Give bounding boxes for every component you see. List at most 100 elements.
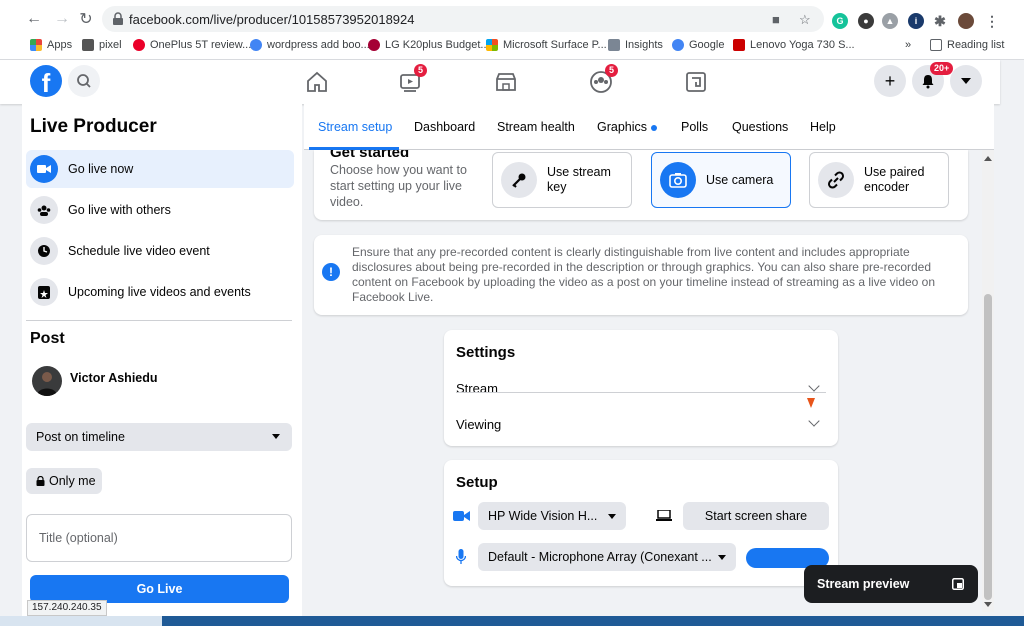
oneplus-icon: [133, 39, 145, 51]
tab-stream-setup[interactable]: Stream setup: [318, 120, 392, 134]
plus-icon: +: [884, 70, 896, 91]
scroll-up-icon[interactable]: [984, 156, 992, 161]
bookmark-lenovo[interactable]: Lenovo Yoga 730 S...: [733, 39, 855, 51]
tab-stream-health[interactable]: Stream health: [497, 120, 575, 134]
start-screen-share-button[interactable]: Start screen share: [683, 502, 829, 530]
address-row: ← → ↻ facebook.com/live/producer/1015857…: [0, 4, 1024, 34]
home-icon[interactable]: [305, 70, 329, 94]
reading-list[interactable]: Reading list: [930, 39, 1004, 51]
picture-in-picture-icon: [952, 578, 964, 590]
extension-icon[interactable]: ●: [858, 13, 874, 29]
grammarly-icon[interactable]: G: [832, 13, 848, 29]
create-button[interactable]: +: [874, 65, 906, 97]
notifications-badge: 20+: [930, 62, 954, 75]
live-producer-sidebar: Live Producer Go live now Go live with o…: [22, 104, 302, 624]
marketplace-icon[interactable]: [494, 70, 518, 94]
menu-dots-icon[interactable]: ⋮: [984, 13, 1000, 29]
post-target-select[interactable]: Post on timeline: [26, 423, 292, 451]
scrollbar-thumb[interactable]: [984, 294, 992, 600]
microphone-icon: [456, 549, 466, 564]
prerecorded-notice-card: ! Ensure that any pre-recorded content i…: [314, 235, 968, 315]
avatar: [32, 366, 62, 396]
stream-preview-button[interactable]: Stream preview: [804, 565, 978, 603]
status-bar-url: 157.240.240.35: [27, 600, 107, 616]
bookmark-pixel[interactable]: pixel: [82, 39, 122, 51]
tab-polls[interactable]: Polls: [681, 120, 708, 134]
use-paired-encoder-option[interactable]: Use paired encoder: [809, 152, 949, 208]
google-icon: [250, 39, 262, 51]
camera-indicator-icon[interactable]: ■: [772, 12, 780, 27]
url-text: facebook.com/live/producer/1015857395201…: [129, 12, 415, 27]
bookmarks-more[interactable]: »: [905, 39, 911, 51]
shield-icon[interactable]: ▲: [882, 13, 898, 29]
ip-icon[interactable]: i: [908, 13, 924, 29]
settings-viewing-row[interactable]: Viewing: [456, 417, 501, 432]
tab-help[interactable]: Help: [810, 120, 836, 134]
key-icon: [501, 162, 537, 198]
bookmark-lg[interactable]: LG K20plus Budget...: [368, 39, 490, 51]
tab-dashboard[interactable]: Dashboard: [414, 120, 475, 134]
account-menu-button[interactable]: [950, 65, 982, 97]
puzzle-icon[interactable]: ✱: [932, 13, 948, 29]
use-camera-option[interactable]: Use camera: [651, 152, 791, 208]
setup-card: Setup HP Wide Vision H... Start screen s…: [444, 460, 838, 586]
camera-icon: [660, 162, 696, 198]
post-heading: Post: [30, 330, 65, 347]
forward-icon[interactable]: →: [52, 9, 72, 29]
video-camera-icon: [30, 155, 58, 183]
bookmarks-bar: Apps pixel OnePlus 5T review... wordpres…: [0, 36, 1024, 58]
caret-down-icon: [608, 514, 616, 519]
apps-grid-icon: [30, 39, 42, 51]
link-icon: [818, 162, 854, 198]
reload-icon[interactable]: ↻: [76, 9, 96, 29]
setup-title: Setup: [456, 474, 498, 491]
lock-icon: [36, 476, 45, 486]
bookmark-oneplus[interactable]: OnePlus 5T review...: [133, 39, 251, 51]
use-stream-key-option[interactable]: Use stream key: [492, 152, 632, 208]
settings-card: Settings Stream Viewing: [444, 330, 838, 446]
notice-text: Ensure that any pre-recorded content is …: [352, 245, 936, 304]
gaming-icon[interactable]: [684, 70, 708, 94]
tab-questions[interactable]: Questions: [732, 120, 788, 134]
page-title: Live Producer: [30, 116, 157, 137]
sidebar-item-upcoming[interactable]: Upcoming live videos and events: [26, 273, 294, 311]
new-dot-icon: [651, 124, 658, 131]
camera-select[interactable]: HP Wide Vision H...: [478, 502, 626, 530]
facebook-header: f 5 5 + 20+: [0, 60, 1000, 104]
get-started-description: Choose how you want to start setting up …: [330, 163, 467, 209]
get-started-card: Get started Choose how you want to start…: [314, 150, 968, 220]
chevron-down-icon[interactable]: [808, 380, 820, 392]
sidebar-item-go-live-with-others[interactable]: Go live with others: [26, 191, 294, 229]
address-bar[interactable]: facebook.com/live/producer/1015857395201…: [102, 6, 824, 32]
content-scrollbar[interactable]: [982, 150, 994, 612]
sidebar-divider: [26, 320, 292, 321]
bookmark-apps[interactable]: Apps: [30, 39, 72, 51]
facebook-logo[interactable]: f: [30, 65, 62, 97]
chevron-down-icon[interactable]: [808, 415, 820, 427]
microphone-select[interactable]: Default - Microphone Array (Conexant ...: [478, 543, 736, 571]
search-icon: [77, 74, 91, 88]
caret-down-icon: [272, 434, 280, 439]
bookmark-star-icon[interactable]: ☆: [799, 12, 811, 28]
bookmark-wordpress[interactable]: wordpress add boo...: [250, 39, 370, 51]
bookmark-surface[interactable]: Microsoft Surface P...: [486, 39, 607, 51]
bell-icon: [922, 75, 934, 89]
tab-graphics[interactable]: Graphics: [597, 120, 658, 134]
cnet-icon: [733, 39, 745, 51]
settings-title: Settings: [456, 344, 516, 361]
bookmark-insights[interactable]: Insights: [608, 39, 663, 51]
producer-tabs: Stream setup Dashboard Stream health Gra…: [304, 104, 994, 150]
privacy-button[interactable]: Only me: [26, 468, 102, 494]
back-icon[interactable]: ←: [24, 9, 44, 29]
sidebar-item-schedule[interactable]: Schedule live video event: [26, 232, 294, 270]
bookmark-google[interactable]: Google: [672, 39, 724, 51]
group-icon: [30, 196, 58, 224]
search-button[interactable]: [68, 65, 100, 97]
settings-stream-row[interactable]: Stream: [456, 381, 498, 396]
scroll-down-icon[interactable]: [984, 602, 992, 607]
microsoft-icon: [486, 39, 498, 51]
profile-avatar[interactable]: [958, 13, 974, 29]
title-input[interactable]: Title (optional): [26, 514, 292, 562]
go-live-button[interactable]: Go Live: [30, 575, 289, 603]
sidebar-item-go-live-now[interactable]: Go live now: [26, 150, 294, 188]
